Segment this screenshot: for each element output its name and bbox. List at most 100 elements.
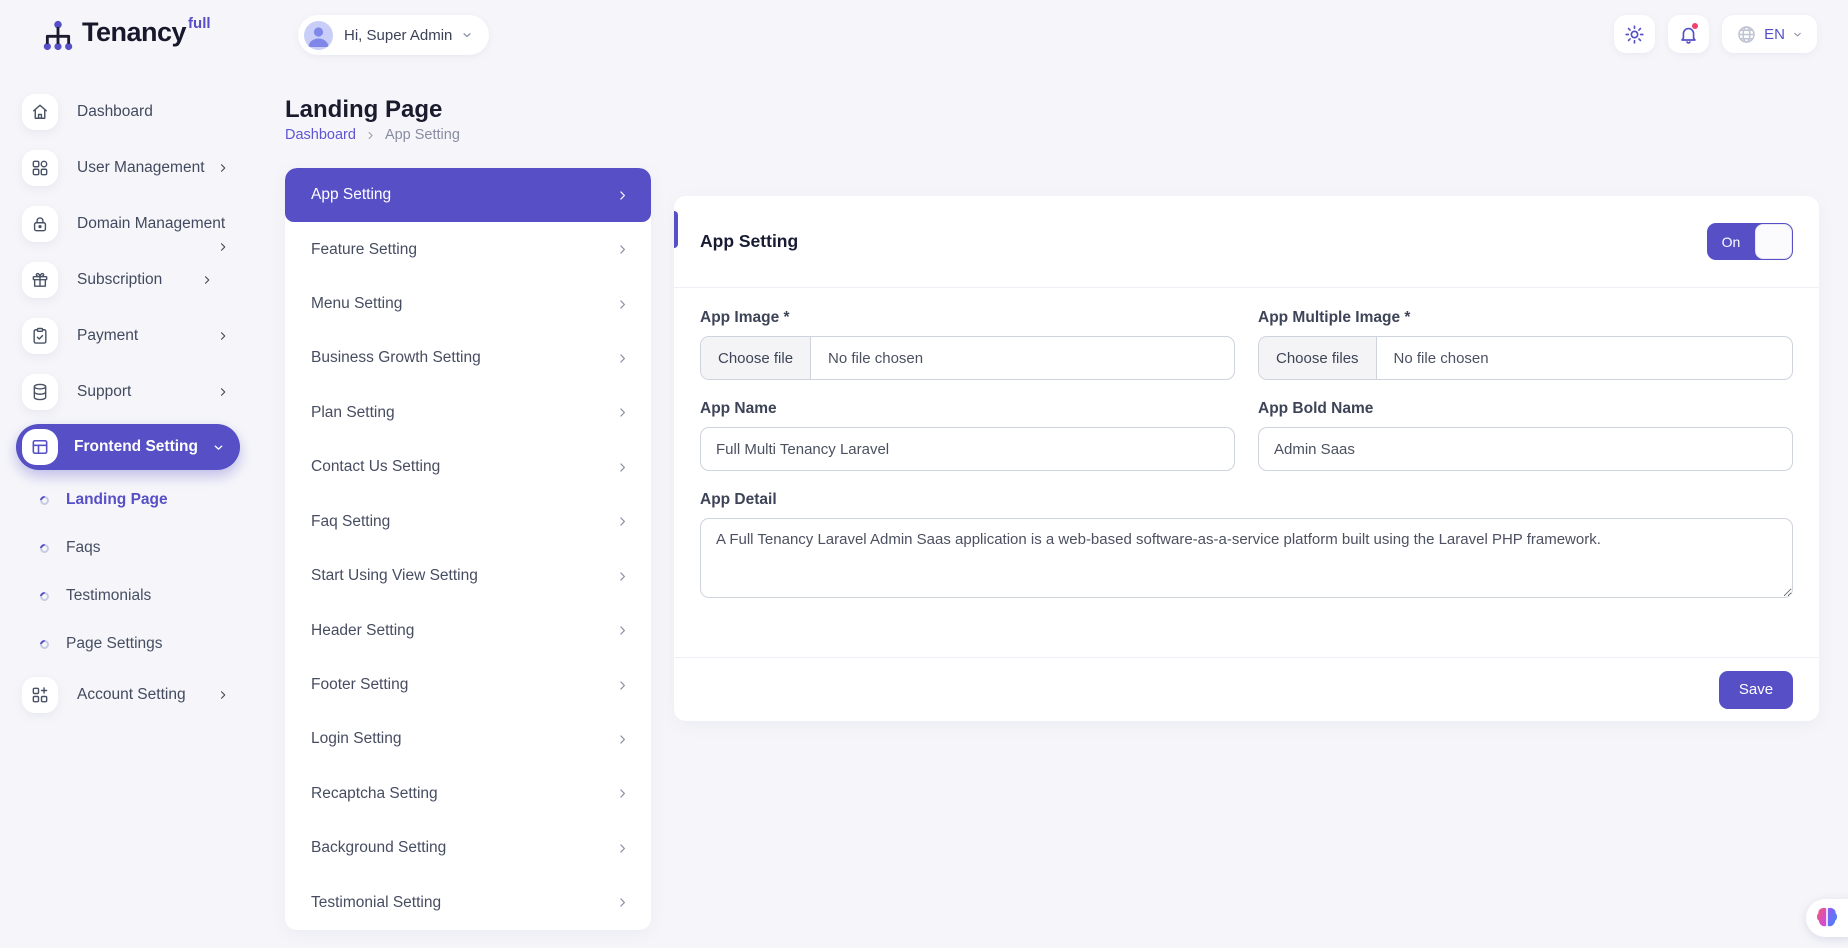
menu-item-contact-us-setting[interactable]: Contact Us Setting — [285, 440, 651, 494]
sidebar-sublabel: Testimonials — [66, 587, 151, 605]
menu-item-testimonial-setting[interactable]: Testimonial Setting — [285, 875, 651, 929]
menu-label: Business Growth Setting — [311, 349, 481, 367]
sidebar-item-user-management[interactable]: User Management — [22, 144, 253, 191]
choose-file-button[interactable]: Choose file — [701, 337, 811, 379]
sidebar-subitem-testimonials[interactable]: Testimonials — [40, 572, 253, 620]
grid-plus-icon — [22, 677, 58, 713]
menu-item-header-setting[interactable]: Header Setting — [285, 603, 651, 657]
home-icon — [22, 94, 58, 130]
grid-icon — [22, 150, 58, 186]
sidebar-label: Support — [77, 383, 131, 401]
menu-item-menu-setting[interactable]: Menu Setting — [285, 277, 651, 331]
sidebar-item-account-setting[interactable]: Account Setting — [22, 671, 253, 718]
menu-label: Plan Setting — [311, 404, 395, 422]
menu-item-start-using-view-setting[interactable]: Start Using View Setting — [285, 549, 651, 603]
chevron-right-icon — [616, 624, 629, 637]
theme-toggle-button[interactable] — [1614, 15, 1655, 53]
menu-item-recaptcha-setting[interactable]: Recaptcha Setting — [285, 767, 651, 821]
breadcrumb-dashboard-link[interactable]: Dashboard — [285, 127, 356, 143]
choose-files-button[interactable]: Choose files — [1259, 337, 1377, 379]
globe-icon — [1736, 24, 1757, 45]
chevron-right-icon — [616, 842, 629, 855]
brand-superscript: full — [188, 16, 211, 31]
menu-label: App Setting — [311, 186, 391, 204]
settings-menu: App Setting Feature Setting Menu Setting… — [285, 168, 651, 930]
file-status-text: No file chosen — [1377, 350, 1489, 367]
menu-item-app-setting[interactable]: App Setting — [285, 168, 651, 222]
menu-label: Background Setting — [311, 839, 446, 857]
brand-name: Tenancy — [82, 14, 186, 50]
chevron-right-icon — [616, 787, 629, 800]
chevron-right-icon — [217, 330, 229, 342]
language-selector[interactable]: EN — [1722, 15, 1817, 53]
menu-label: Start Using View Setting — [311, 567, 478, 585]
topbar: Tenancy full Hi, Super Admin — [0, 0, 1848, 71]
sidebar-subitem-page-settings[interactable]: Page Settings — [40, 620, 253, 668]
chevron-right-icon — [616, 352, 629, 365]
app-name-input[interactable] — [700, 427, 1235, 471]
sun-icon — [1624, 24, 1645, 45]
breadcrumb-current: App Setting — [385, 127, 460, 143]
assistant-widget[interactable] — [1806, 899, 1848, 937]
sidebar-subitem-landing-page[interactable]: Landing Page — [40, 476, 253, 524]
gift-icon — [22, 262, 58, 298]
sidebar-label: Payment — [77, 327, 138, 345]
menu-label: Header Setting — [311, 622, 414, 640]
topbar-actions: EN — [1614, 15, 1817, 53]
chevron-right-icon — [616, 298, 629, 311]
language-code: EN — [1764, 26, 1785, 43]
app-image-file-input[interactable]: Choose file No file chosen — [700, 336, 1235, 380]
menu-item-plan-setting[interactable]: Plan Setting — [285, 386, 651, 440]
chevron-right-icon — [616, 461, 629, 474]
panel-footer: Save — [674, 657, 1819, 721]
toggle-state-label: On — [1707, 223, 1755, 260]
brain-icon — [1814, 906, 1840, 930]
chevron-right-icon — [616, 896, 629, 909]
sidebar-item-support[interactable]: Support — [22, 368, 253, 415]
sidebar-item-frontend-setting[interactable]: Frontend Setting — [16, 424, 240, 470]
chevron-down-icon — [1792, 29, 1803, 40]
panel-title: App Setting — [700, 231, 798, 252]
menu-item-login-setting[interactable]: Login Setting — [285, 712, 651, 766]
menu-item-background-setting[interactable]: Background Setting — [285, 821, 651, 875]
sidebar-item-dashboard[interactable]: Dashboard — [22, 88, 253, 135]
notifications-button[interactable] — [1668, 15, 1709, 53]
chevron-right-icon — [217, 689, 229, 701]
sidebar-item-subscription[interactable]: Subscription — [22, 256, 253, 303]
sidebar-subitem-faqs[interactable]: Faqs — [40, 524, 253, 572]
menu-item-business-growth-setting[interactable]: Business Growth Setting — [285, 331, 651, 385]
brand-logo[interactable]: Tenancy full — [40, 14, 211, 54]
sidebar-item-domain-management[interactable]: Domain Management — [22, 200, 253, 247]
menu-item-footer-setting[interactable]: Footer Setting — [285, 658, 651, 712]
accent-bar — [674, 211, 678, 248]
lock-icon — [22, 206, 58, 242]
app-detail-label: App Detail — [700, 491, 1793, 509]
menu-label: Testimonial Setting — [311, 894, 441, 912]
avatar — [304, 21, 333, 50]
app-bold-name-input[interactable] — [1258, 427, 1793, 471]
database-icon — [22, 374, 58, 410]
clipboard-check-icon — [22, 318, 58, 354]
app-setting-toggle[interactable]: On — [1707, 223, 1793, 260]
user-greeting: Hi, Super Admin — [344, 27, 452, 44]
bullet-icon — [38, 494, 51, 507]
sidebar-sublabel: Page Settings — [66, 635, 163, 653]
bullet-icon — [38, 590, 51, 603]
save-button[interactable]: Save — [1719, 671, 1793, 709]
menu-item-faq-setting[interactable]: Faq Setting — [285, 495, 651, 549]
panel-header: App Setting On — [674, 196, 1819, 288]
menu-item-feature-setting[interactable]: Feature Setting — [285, 222, 651, 276]
chevron-right-icon — [616, 515, 629, 528]
menu-label: Contact Us Setting — [311, 458, 440, 476]
sitemap-logo-icon — [40, 18, 76, 54]
app-detail-textarea[interactable]: A Full Tenancy Laravel Admin Saas applic… — [700, 518, 1793, 598]
sidebar-item-payment[interactable]: Payment — [22, 312, 253, 359]
menu-label: Feature Setting — [311, 241, 417, 259]
app-multiple-image-file-input[interactable]: Choose files No file chosen — [1258, 336, 1793, 380]
user-menu[interactable]: Hi, Super Admin — [298, 15, 489, 55]
sidebar-sublabel: Faqs — [66, 539, 100, 557]
menu-label: Faq Setting — [311, 513, 390, 531]
sidebar-label: Frontend Setting — [74, 438, 198, 456]
chevron-right-icon — [616, 189, 629, 202]
sidebar-label: Account Setting — [77, 686, 186, 704]
